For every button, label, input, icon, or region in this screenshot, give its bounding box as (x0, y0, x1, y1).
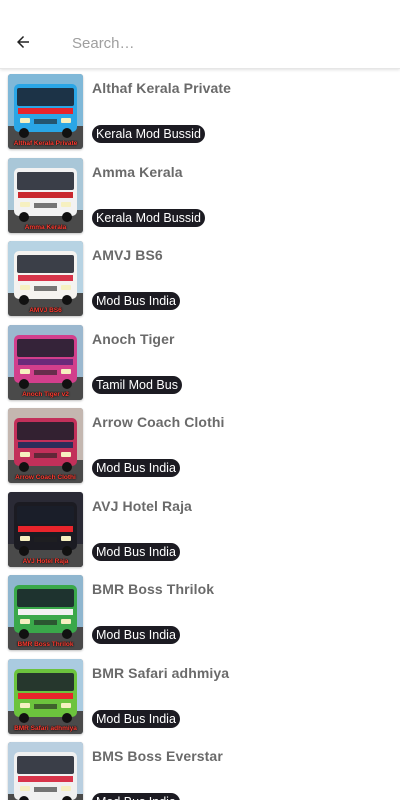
item-title[interactable]: Amma Kerala (92, 164, 183, 180)
search-input[interactable] (72, 28, 372, 58)
list-item[interactable]: BMR Safari adhmiya BMR Safari adhmiya Mod … (0, 655, 400, 739)
category-badge: Mod Bus India (92, 542, 180, 561)
list-item[interactable]: Amma Kerala Amma Kerala Kerala Mod Bussid (0, 154, 400, 238)
item-title[interactable]: Arrow Coach Clothi (92, 414, 224, 430)
bus-thumbnail[interactable]: Amma Kerala (8, 157, 83, 233)
category-badge: Mod Bus India (92, 793, 180, 800)
bus-thumbnail[interactable]: Anoch Tiger v2 (8, 324, 83, 400)
bus-thumbnail[interactable]: BMR Safari adhmiya (8, 658, 83, 734)
category-badge: Tamil Mod Bus (92, 375, 182, 394)
category-badge: Mod Bus India (92, 459, 180, 477)
thumbnail-caption: BMR Boss Thrilok (17, 641, 74, 648)
item-title[interactable]: AMVJ BS6 (92, 247, 163, 263)
category-badge: Mod Bus India (92, 292, 180, 310)
back-button[interactable] (10, 29, 36, 55)
thumbnail-caption: AMVJ BS6 (29, 307, 62, 314)
thumbnail-caption: Althaf Kerala Private (13, 140, 78, 147)
list-item[interactable]: AMVJ BS6 AMVJ BS6 Mod Bus India (0, 237, 400, 321)
list-item[interactable]: BMS Boss Everstar BMS Boss Everstar Mod Bu… (0, 738, 400, 800)
item-title[interactable]: Althaf Kerala Private (92, 80, 231, 96)
category-badge: Mod Bus India (92, 709, 180, 728)
thumbnail-caption: BMR Safari adhmiya (14, 724, 77, 732)
item-title[interactable]: AVJ Hotel Raja (92, 498, 192, 514)
category-badge: Mod Bus India (92, 626, 180, 644)
bus-thumbnail[interactable]: AMVJ BS6 (8, 241, 83, 316)
bus-thumbnail[interactable]: BMS Boss Everstar (8, 742, 83, 800)
bus-thumbnail[interactable]: AVJ Hotel Raja (8, 491, 83, 567)
bus-thumbnail[interactable]: Arrow Coach Clothi (8, 408, 83, 483)
arrow-back-icon (17, 36, 29, 48)
category-badge: Kerala Mod Bussid (92, 208, 205, 227)
list-item[interactable]: Anoch Tiger v2 Anoch Tiger Tamil Mod Bus (0, 321, 400, 405)
item-title[interactable]: BMR Boss Thrilok (92, 581, 214, 597)
list-item[interactable]: Althaf Kerala Private Althaf Kerala Priva… (0, 70, 400, 154)
thumbnail-caption: Amma Kerala (24, 223, 67, 231)
list-item[interactable]: AVJ Hotel Raja AVJ Hotel Raja Mod Bus Indi… (0, 488, 400, 572)
search-toolbar (0, 0, 400, 69)
bus-mod-list: Althaf Kerala Private Althaf Kerala Priva… (0, 70, 400, 800)
list-item[interactable]: Arrow Coach Clothi Arrow Coach Clothi Mod … (0, 404, 400, 488)
list-item[interactable]: BMR Boss Thrilok BMR Boss Thrilok Mod Bus … (0, 571, 400, 655)
bus-thumbnail[interactable]: BMR Boss Thrilok (8, 575, 83, 650)
item-title[interactable]: BMS Boss Everstar (92, 748, 223, 764)
thumbnail-caption: Anoch Tiger v2 (22, 390, 69, 398)
item-title[interactable]: Anoch Tiger (92, 331, 175, 347)
app-screen: Althaf Kerala Private Althaf Kerala Priva… (0, 0, 400, 800)
thumbnail-caption: Arrow Coach Clothi (15, 474, 76, 481)
bus-thumbnail[interactable]: Althaf Kerala Private (8, 74, 83, 149)
item-title[interactable]: BMR Safari adhmiya (92, 665, 229, 681)
category-badge: Kerala Mod Bussid (92, 125, 205, 143)
thumbnail-caption: AVJ Hotel Raja (22, 557, 69, 565)
